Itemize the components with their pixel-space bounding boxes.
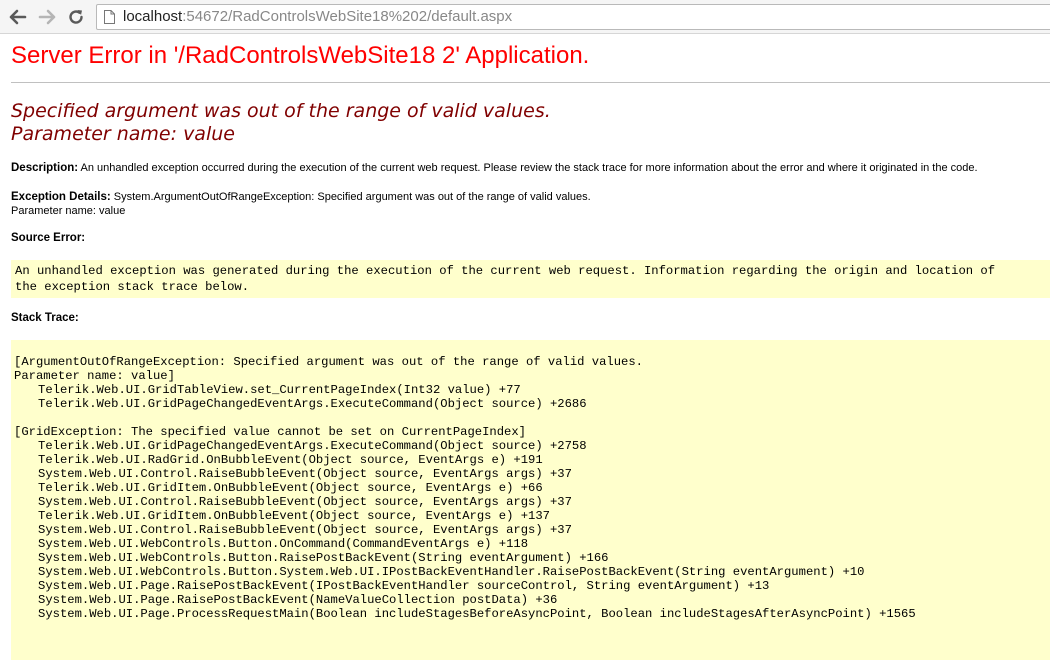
stack-frame: System.Web.UI.Page.RaisePostBackEvent(IP… [38, 579, 770, 593]
address-bar[interactable]: localhost:54672/RadControlsWebSite18%202… [96, 4, 1050, 30]
exception-details-label: Exception Details: [11, 191, 111, 203]
stack-frame: Telerik.Web.UI.GridPageChangedEventArgs.… [38, 397, 587, 411]
browser-toolbar: localhost:54672/RadControlsWebSite18%202… [0, 0, 1050, 34]
stack-frame: System.Web.UI.Control.RaiseBubbleEvent(O… [38, 467, 572, 481]
stack-frame: Telerik.Web.UI.GridItem.OnBubbleEvent(Ob… [38, 509, 550, 523]
description: Description: An unhandled exception occu… [11, 162, 978, 174]
stack-trace-spacer [14, 411, 1047, 425]
stack-frame: System.Web.UI.WebControls.Button.OnComma… [38, 537, 529, 551]
stack-frame: Telerik.Web.UI.GridItem.OnBubbleEvent(Ob… [38, 481, 543, 495]
reload-icon [69, 10, 83, 24]
url-path: :54672/RadControlsWebSite18%202/default.… [182, 8, 513, 25]
stack-frame: System.Web.UI.WebControls.Button.RaisePo… [38, 551, 609, 565]
description-text: An unhandled exception occurred during t… [80, 162, 978, 174]
exception-details-param: Parameter name: value [11, 205, 126, 217]
page-icon [104, 10, 115, 24]
exception-details-text: System.ArgumentOutOfRangeException: Spec… [113, 191, 591, 203]
source-error-box: An unhandled exception was generated dur… [11, 260, 1050, 298]
stack-frame: System.Web.UI.Control.RaiseBubbleEvent(O… [38, 523, 572, 537]
forward-arrow-icon [38, 9, 56, 25]
error-message-param: Parameter name: value [11, 123, 235, 145]
error-message: Specified argument was out of the range … [11, 100, 551, 146]
url-text: localhost:54672/RadControlsWebSite18%202… [123, 5, 512, 29]
back-button[interactable] [8, 7, 28, 27]
stack-exception-header: [ArgumentOutOfRangeException: Specified … [14, 355, 643, 369]
stack-frame: System.Web.UI.WebControls.Button.System.… [38, 565, 865, 579]
stack-trace-label: Stack Trace: [11, 312, 79, 324]
stack-trace-box: [ArgumentOutOfRangeException: Specified … [11, 340, 1050, 660]
source-error-heading: Source Error: [11, 232, 85, 244]
source-error-label: Source Error: [11, 232, 86, 244]
url-host: localhost [123, 8, 183, 25]
stack-frame: Telerik.Web.UI.GridTableView.set_Current… [38, 383, 521, 397]
page-title: Server Error in '/RadControlsWebSite18 2… [11, 42, 590, 69]
stack-frame: System.Web.UI.Control.RaiseBubbleEvent(O… [38, 495, 572, 509]
forward-button[interactable] [37, 7, 57, 27]
stack-trace-heading: Stack Trace: [11, 312, 79, 324]
error-message-line: Specified argument was out of the range … [11, 100, 551, 122]
stack-exception-param: Parameter name: value] [14, 369, 175, 383]
source-error-line: An unhandled exception was generated dur… [15, 264, 996, 278]
divider [11, 82, 1050, 83]
description-label: Description: [11, 162, 79, 174]
stack-frame: System.Web.UI.Page.ProcessRequestMain(Bo… [38, 607, 916, 621]
stack-frame: Telerik.Web.UI.RadGrid.OnBubbleEvent(Obj… [38, 453, 543, 467]
exception-details: Exception Details: System.ArgumentOutOfR… [11, 190, 591, 218]
stack-exception-header: [GridException: The specified value cann… [14, 425, 526, 439]
stack-frame: System.Web.UI.Page.RaisePostBackEvent(Na… [38, 593, 558, 607]
stack-frame: Telerik.Web.UI.GridPageChangedEventArgs.… [38, 439, 587, 453]
reload-button[interactable] [66, 7, 86, 27]
back-arrow-icon [9, 9, 27, 25]
source-error-line: the exception stack trace below. [15, 280, 250, 294]
